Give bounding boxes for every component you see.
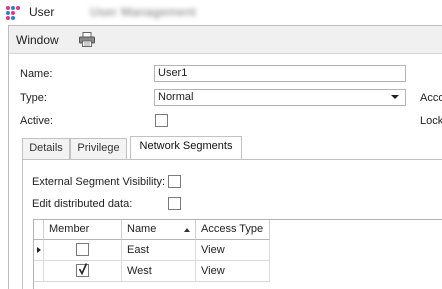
column-header-access-type[interactable]: Access Type (196, 220, 270, 240)
external-visibility-checkbox[interactable] (168, 175, 181, 188)
name-label: Name: (20, 68, 53, 80)
column-header-name-label: Name (127, 223, 157, 235)
window-menu[interactable]: Window (16, 33, 59, 47)
table-row-member-cell (44, 261, 122, 282)
member-checkbox[interactable] (76, 263, 89, 277)
table-row-member-cell (44, 240, 122, 261)
external-visibility-label: External Segment Visibility: (32, 176, 166, 188)
type-select[interactable]: Normal (154, 89, 406, 106)
edit-distributed-checkbox[interactable] (168, 197, 181, 210)
name-field[interactable]: User1 (154, 65, 406, 82)
active-checkbox[interactable] (155, 114, 168, 127)
row-indicator[interactable] (34, 240, 44, 261)
type-select-value: Normal (158, 91, 194, 103)
type-label: Type: (20, 92, 47, 104)
table-row-name-cell[interactable]: West (122, 261, 196, 282)
tab-network-segments[interactable]: Network Segments (130, 136, 242, 160)
lock-label: Lock (420, 115, 442, 127)
title-bar: User User Management (0, 0, 442, 25)
window-title: User (29, 5, 55, 19)
active-label: Active: (20, 115, 54, 127)
column-header-name[interactable]: Name (122, 220, 196, 240)
segments-grid: Member Name Access Type East View West V… (33, 219, 442, 289)
user-editor-panel: Window Name: User1 Type: Normal Acco Act… (8, 25, 442, 289)
member-checkbox[interactable] (76, 243, 89, 256)
current-row-icon (37, 247, 41, 253)
printer-icon[interactable] (79, 32, 95, 47)
tab-privilege[interactable]: Privilege (70, 138, 127, 159)
column-header-member[interactable]: Member (44, 220, 122, 240)
edit-distributed-label: Edit distributed data: (32, 198, 133, 210)
chevron-down-icon[interactable] (391, 95, 399, 99)
window-subtitle: User Management (90, 5, 197, 19)
grid-corner (34, 220, 44, 240)
checkmark-icon (79, 263, 87, 275)
row-indicator[interactable] (34, 261, 44, 282)
toolbar: Window (9, 26, 442, 54)
tab-details[interactable]: Details (22, 138, 70, 159)
network-segments-panel: External Segment Visibility: Edit distri… (22, 159, 442, 289)
table-row-access-cell[interactable]: View (196, 261, 270, 282)
table-row-access-cell[interactable]: View (196, 240, 270, 261)
app-logo-icon (6, 6, 20, 20)
sort-ascending-icon (184, 228, 190, 232)
table-row-name-cell[interactable]: East (122, 240, 196, 261)
account-label: Acco (420, 92, 442, 104)
